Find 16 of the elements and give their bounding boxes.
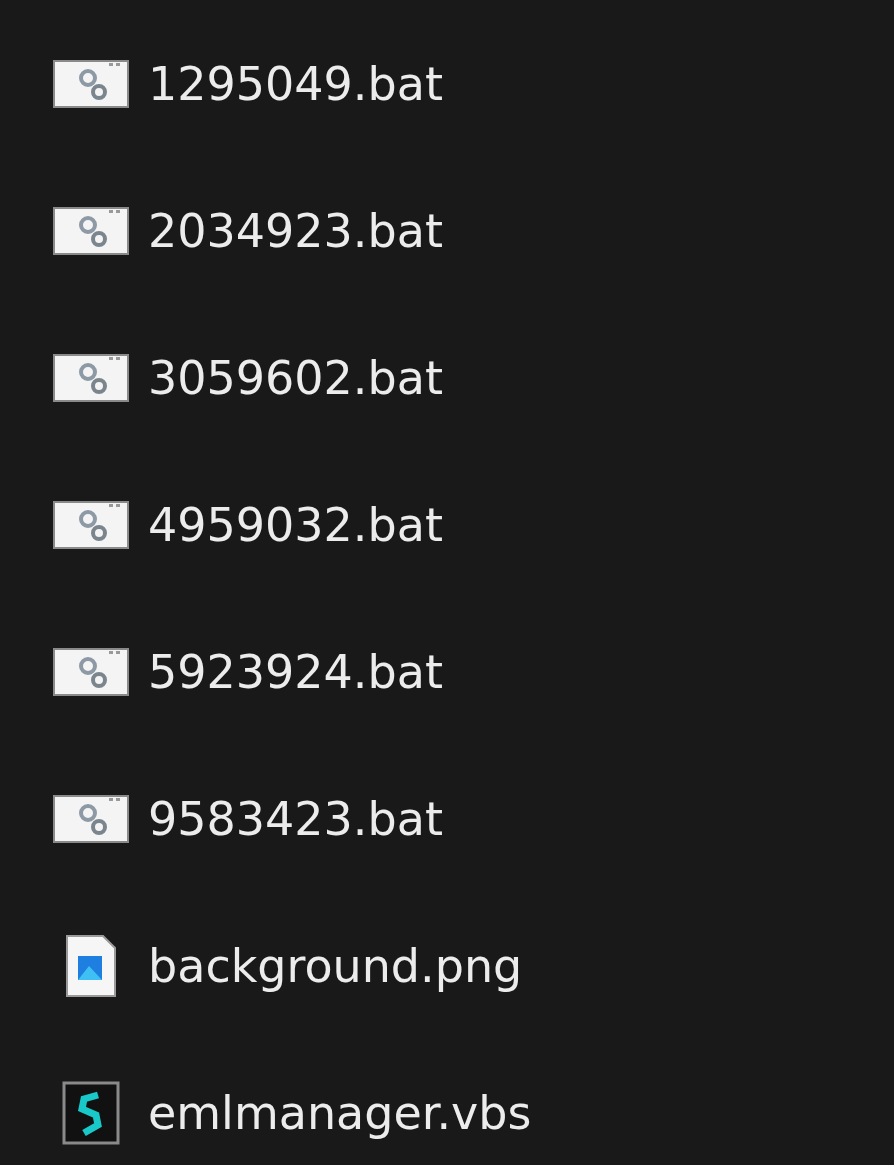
script-file-icon (62, 1080, 120, 1145)
file-name[interactable]: 9583423.bat (148, 791, 443, 846)
file-name[interactable]: 5923924.bat (148, 644, 443, 699)
gear-file-icon (53, 500, 129, 549)
file-name[interactable]: 1295049.bat (148, 56, 443, 111)
image-file-icon (65, 933, 117, 998)
gear-file-icon (53, 647, 129, 696)
file-name[interactable]: 2034923.bat (148, 203, 443, 258)
file-name[interactable]: background.png (148, 938, 523, 993)
file-name[interactable]: emlmanager.vbs (148, 1085, 532, 1140)
gear-file-icon (53, 794, 129, 843)
gear-file-icon (53, 206, 129, 255)
file-name[interactable]: 4959032.bat (148, 497, 443, 552)
gear-file-icon (53, 59, 129, 108)
file-name[interactable]: 3059602.bat (148, 350, 443, 405)
gear-file-icon (53, 353, 129, 402)
